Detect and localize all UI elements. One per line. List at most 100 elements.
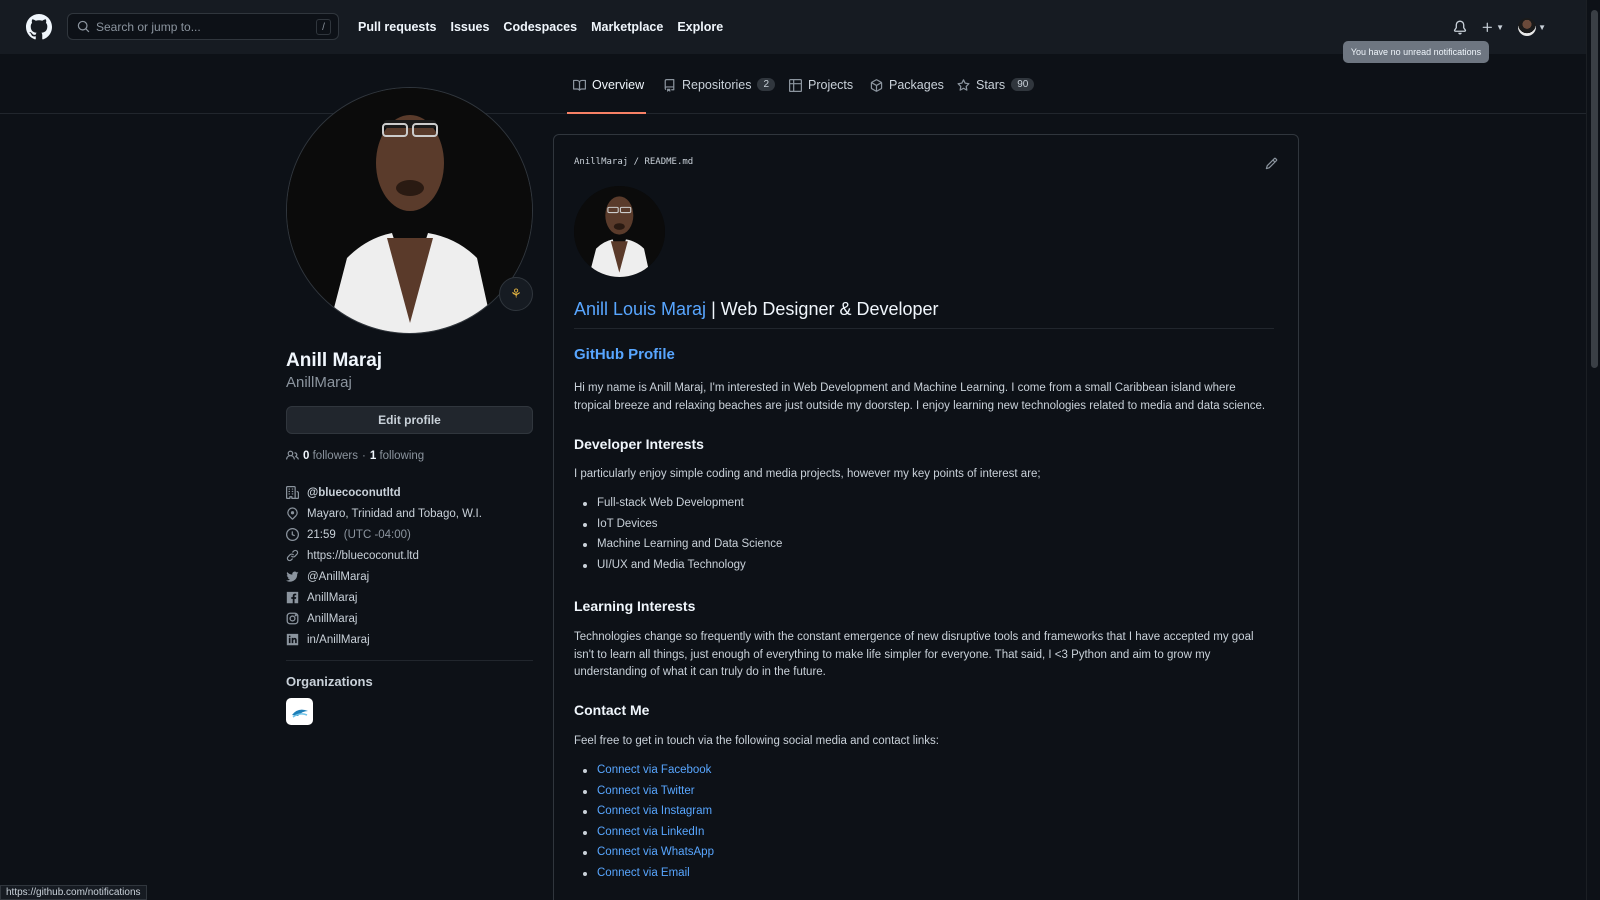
location-icon [287, 507, 298, 520]
facebook-link[interactable]: AnillMaraj [307, 592, 358, 604]
twitter-icon [286, 571, 299, 582]
nav-codespaces[interactable]: Codespaces [503, 20, 577, 34]
list-item: Connect via LinkedIn [574, 826, 1274, 847]
following-label: following [379, 449, 425, 462]
twitter-link[interactable]: @AnillMaraj [307, 571, 369, 583]
global-nav: Pull requests Issues Codespaces Marketpl… [358, 20, 723, 34]
pencil-icon[interactable] [1265, 157, 1278, 170]
search-input[interactable]: Search or jump to... / [67, 13, 339, 40]
organization-avatar[interactable] [286, 698, 313, 725]
tab-projects[interactable]: Projects [789, 78, 853, 114]
stars-count-badge: 90 [1011, 78, 1035, 91]
following-count: 1 [369, 449, 377, 462]
contact-links-list: Connect via Facebook Connect via Twitter… [574, 764, 1274, 887]
readme-avatar-image [574, 186, 665, 277]
chevron-down-icon: ▼ [1496, 22, 1505, 32]
instagram-link[interactable]: AnillMaraj [307, 613, 358, 625]
readme-path: AnillMaraj / README.md [574, 157, 693, 167]
github-logo-icon[interactable] [26, 14, 52, 40]
list-item: Connect via Facebook [574, 764, 1274, 785]
contact-whatsapp-link[interactable]: Connect via WhatsApp [597, 846, 714, 858]
link-icon [286, 549, 299, 562]
header-actions: ▼ ▼ [1453, 18, 1546, 36]
profile-avatar[interactable] [286, 87, 533, 334]
readme-title-link[interactable]: Anill Louis Maraj [574, 299, 706, 319]
chevron-down-icon: ▼ [1538, 22, 1546, 32]
tab-stars[interactable]: Stars 90 [957, 78, 1035, 114]
contact-email-link[interactable]: Connect via Email [597, 867, 690, 879]
nav-pull-requests[interactable]: Pull requests [358, 20, 437, 34]
contact-instagram-link[interactable]: Connect via Instagram [597, 805, 712, 817]
profile-full-name: Anill Maraj [286, 350, 383, 371]
follow-stats: 0 followers · 1 following [286, 449, 424, 462]
tab-repositories-label: Repositories [682, 78, 752, 92]
readme-title: Anill Louis Maraj | Web Designer & Devel… [574, 299, 1274, 329]
timezone: (UTC -04:00) [343, 528, 411, 541]
scrollbar-thumb[interactable] [1591, 10, 1598, 368]
nav-issues[interactable]: Issues [451, 20, 490, 34]
nav-marketplace[interactable]: Marketplace [591, 20, 663, 34]
page-scrollbar[interactable] [1586, 0, 1600, 900]
edit-profile-button[interactable]: Edit profile [286, 406, 533, 434]
readme-path-user[interactable]: AnillMaraj [574, 157, 628, 167]
followers-label: followers [312, 449, 358, 462]
following-link[interactable]: 1 following [370, 450, 424, 462]
star-icon [957, 79, 970, 91]
tab-packages[interactable]: Packages [870, 78, 944, 114]
create-new-menu[interactable]: ▼ [1481, 21, 1504, 34]
list-item: Connect via Twitter [574, 785, 1274, 806]
company-row: @bluecoconutltd [286, 482, 482, 503]
twitter-row: @AnillMaraj [286, 566, 482, 587]
list-item: Connect via Instagram [574, 805, 1274, 826]
repo-icon [664, 79, 675, 92]
contact-twitter-link[interactable]: Connect via Twitter [597, 785, 695, 797]
linkedin-icon [286, 633, 299, 646]
readme-profile-photo [574, 186, 665, 277]
developer-interests-heading: Developer Interests [574, 436, 704, 452]
learning-interests-text: Technologies change so frequently with t… [574, 631, 1254, 678]
learning-interests-heading: Learning Interests [574, 598, 696, 614]
tab-overview-label: Overview [592, 78, 645, 92]
local-time: 21:59 [307, 528, 336, 541]
search-shortcut-key: / [316, 19, 331, 35]
contact-linkedin-link[interactable]: Connect via LinkedIn [597, 826, 704, 838]
tab-overview[interactable]: Overview [567, 78, 646, 114]
readme-path-separator: / [633, 157, 640, 167]
location-text: Mayaro, Trinidad and Tobago, W.I. [307, 507, 482, 520]
contact-heading: Contact Me [574, 702, 650, 718]
table-icon [789, 79, 802, 92]
organization-icon [286, 486, 299, 499]
tab-repositories[interactable]: Repositories 2 [663, 78, 776, 114]
book-icon [573, 79, 586, 91]
user-menu[interactable]: ▼ [1518, 18, 1546, 36]
link-status-bar: https://github.com/notifications [0, 885, 147, 900]
profile-details: @bluecoconutltd Mayaro, Trinidad and Tob… [286, 482, 482, 650]
website-row: https://bluecoconut.ltd [286, 545, 482, 566]
followers-link[interactable]: 0 followers [303, 450, 358, 462]
readme-path-file[interactable]: README.md [644, 157, 693, 167]
linkedin-link[interactable]: in/AnillMaraj [307, 634, 370, 646]
company-link[interactable]: @bluecoconutltd [307, 487, 401, 499]
readme-intro: Hi my name is Anill Maraj, I'm intereste… [574, 382, 1266, 412]
avatar [1518, 18, 1537, 36]
search-placeholder: Search or jump to... [96, 19, 201, 34]
facebook-row: AnillMaraj [286, 587, 482, 608]
list-item: Full-stack Web Development [574, 497, 1274, 518]
nav-explore[interactable]: Explore [677, 20, 723, 34]
developer-interests-intro: I particularly enjoy simple coding and m… [574, 468, 1041, 480]
list-item: Machine Learning and Data Science [574, 538, 1274, 559]
bluecoconut-logo-icon [291, 709, 308, 718]
contact-facebook-link[interactable]: Connect via Facebook [597, 764, 711, 776]
tab-projects-label: Projects [808, 78, 854, 92]
instagram-row: AnillMaraj [286, 608, 482, 629]
repositories-count-badge: 2 [757, 78, 776, 91]
instagram-icon [286, 612, 299, 625]
status-emoji-button[interactable]: ⚘ [499, 277, 533, 311]
follow-separator: · [362, 449, 366, 462]
followers-count: 0 [303, 449, 310, 462]
profile-readme: AnillMaraj / README.md Anill Louis Maraj… [553, 134, 1299, 900]
readme-title-rest: | Web Designer & Developer [706, 299, 939, 319]
profile-photo [287, 88, 532, 333]
bell-icon[interactable] [1453, 20, 1467, 35]
website-link[interactable]: https://bluecoconut.ltd [307, 550, 419, 562]
